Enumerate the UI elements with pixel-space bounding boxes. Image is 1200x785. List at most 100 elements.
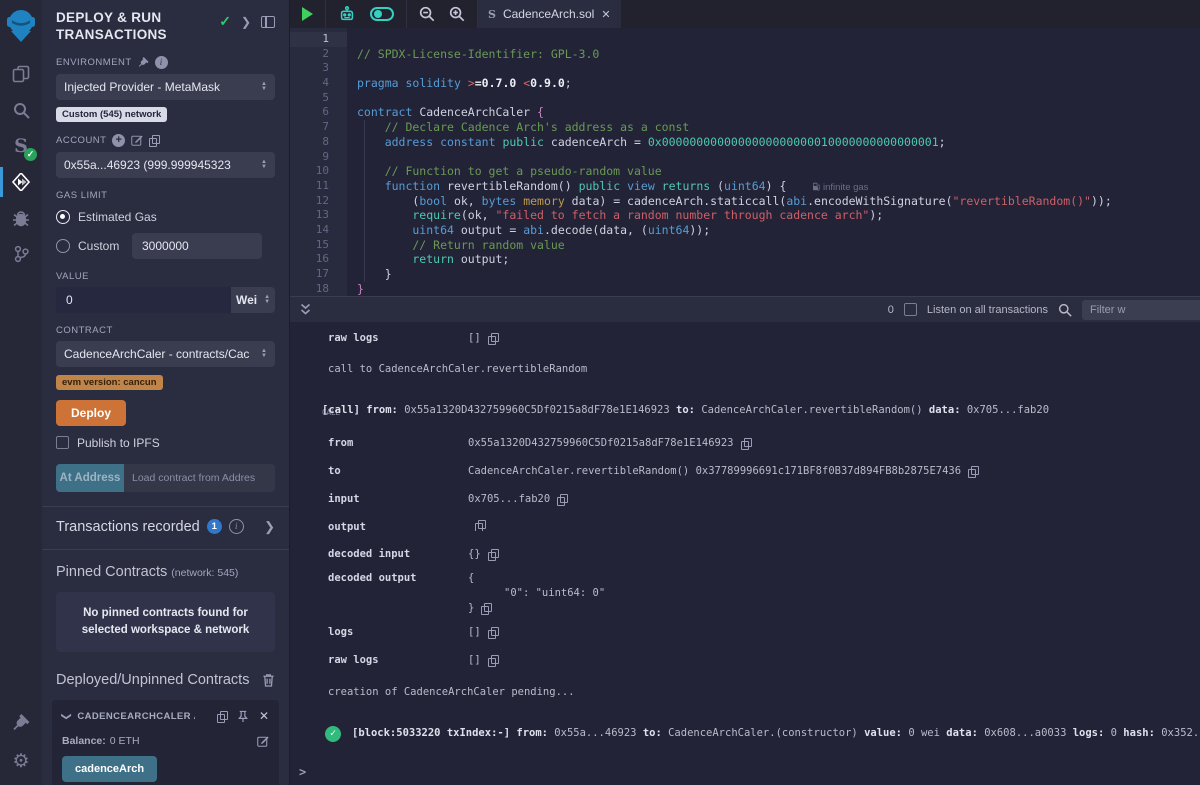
copy-icon[interactable] [488,333,498,344]
copy-account-icon[interactable] [149,135,159,146]
gas-limit-label: GAS LIMIT [56,190,275,201]
code-line[interactable]: } [357,282,1200,296]
terminal-row[interactable]: toCadenceArchCaler.revertibleRandom() 0x… [290,464,1200,479]
deploy-run-icon[interactable] [0,164,42,200]
debugger-icon[interactable] [0,200,42,236]
git-icon[interactable] [0,236,42,272]
copy-icon[interactable] [488,655,498,666]
ai-assistant-robot-icon[interactable] [338,5,356,23]
terminal-row[interactable]: raw logs[] [290,653,1200,668]
custom-gas-option[interactable]: Custom [56,233,275,259]
solidity-compiler-icon[interactable]: S ✓ [0,128,42,164]
terminal-field-label: decoded input [290,547,468,562]
pin-icon[interactable] [237,710,249,723]
line-number: 1 [290,32,347,47]
terminal-row[interactable]: decoded input{} [290,547,1200,562]
code-line[interactable]: // Function to get a pseudo-random value [357,164,1200,179]
terminal-row[interactable]: input0x705...fab20 [290,492,1200,507]
code-line[interactable]: contract CadenceArchCaler { [357,105,1200,120]
copy-icon[interactable] [968,466,978,477]
code-line[interactable]: // Declare Cadence Arch's address as a c… [357,120,1200,135]
ai-toggle-switch[interactable] [370,7,394,21]
run-script-icon[interactable] [302,7,313,21]
zoom-in-icon[interactable] [449,6,465,22]
close-tab-icon[interactable]: ✕ [601,8,610,21]
estimated-gas-option[interactable]: Estimated Gas [56,210,275,224]
copy-icon[interactable] [475,520,485,531]
account-select[interactable]: 0x55a...46923 (999.999945323 ▲▼ [56,152,275,178]
fork-icon[interactable] [138,57,149,68]
cadencearch-function-button[interactable]: cadenceArch [62,756,157,782]
copy-icon[interactable] [481,603,491,614]
terminal-search-icon[interactable] [1058,303,1072,317]
publish-ipfs-option[interactable]: Publish to IPFS [56,436,275,450]
terminal-filter-input[interactable] [1082,300,1200,320]
environment-select[interactable]: Injected Provider - MetaMask ▲▼ [56,74,275,100]
terminal-row[interactable]: logs[] [290,625,1200,640]
edit-account-icon[interactable] [131,134,143,146]
terminal-row[interactable]: call to CadenceArchCaler.revertibleRando… [290,362,1200,377]
at-address-button[interactable]: At Address [56,464,124,492]
copy-address-icon[interactable] [217,711,227,722]
copy-icon[interactable] [488,627,498,638]
terminal-row[interactable]: ✓[block:5033220 txIndex:-] from: 0x55a..… [290,726,1200,742]
terminal-prompt[interactable]: > [299,765,306,779]
custom-gas-input[interactable] [132,233,262,259]
copy-icon[interactable] [488,549,498,560]
edit-balance-icon[interactable] [257,735,269,747]
code-line[interactable] [357,32,1200,47]
terminal-field-value: {"0": "uint64: 0"} [468,571,605,616]
code-line[interactable] [357,150,1200,165]
chevron-right-icon[interactable]: ❯ [264,519,275,535]
collapse-panel-icon[interactable]: ❯ [241,15,251,29]
code-line[interactable]: (bool ok, bytes memory data) = cadenceAr… [357,194,1200,209]
contract-select[interactable]: CadenceArchCaler - contracts/Cac ▲▼ [56,341,275,367]
code-line[interactable] [357,61,1200,76]
code-line[interactable]: // Return random value [357,238,1200,253]
transactions-info-icon[interactable]: i [229,519,244,534]
chevron-updown-icon: ▲▼ [264,295,270,305]
code-line[interactable]: return output; [357,252,1200,267]
copy-icon[interactable] [741,438,751,449]
terminal-row[interactable]: raw logs[] [290,331,1200,346]
pin-panel-icon[interactable] [261,16,275,28]
code-line[interactable] [357,91,1200,106]
trash-icon[interactable] [262,673,275,687]
search-icon[interactable] [0,92,42,128]
terminal-row[interactable]: decoded output{"0": "uint64: 0"} [290,571,1200,616]
copy-icon[interactable] [557,494,567,505]
deploy-button[interactable]: Deploy [56,400,126,426]
value-input[interactable] [56,287,231,313]
listen-checkbox[interactable] [904,303,917,316]
terminal-row[interactable]: output [290,520,1200,535]
code-line[interactable]: // SPDX-License-Identifier: GPL-3.0 [357,47,1200,62]
tab-cadencearch-sol[interactable]: S CadenceArch.sol ✕ [478,0,621,28]
transactions-recorded-row[interactable]: Transactions recorded 1 i ❯ [56,519,275,535]
terminal-row[interactable]: creation of CadenceArchCaler pending... [290,685,1200,700]
expand-terminal-icon[interactable] [300,303,311,316]
code-line[interactable]: address constant public cadenceArch = 0x… [357,135,1200,150]
value-unit-select[interactable]: Wei ▲▼ [231,287,275,313]
terminal-field-value: 0x705...fab20 [468,492,550,507]
terminal-row[interactable]: call[call] from: 0x55a1320D432759960C5Df… [290,403,1200,420]
at-address-input[interactable] [124,464,275,492]
terminal-row[interactable]: from0x55a1320D432759960C5Df0215a8dF78e1E… [290,436,1200,451]
code-line[interactable]: function revertibleRandom() public view … [357,179,1200,194]
code-line[interactable]: } [357,267,1200,282]
plugin-manager-icon[interactable] [0,705,42,741]
close-contract-icon[interactable]: ✕ [259,709,269,723]
environment-info-icon[interactable]: i [155,56,168,69]
code-editor[interactable]: 123456789101112131415161718 // SPDX-Lice… [290,28,1200,296]
file-explorer-icon[interactable] [0,56,42,92]
custom-gas-radio[interactable] [56,239,70,253]
settings-gear-icon[interactable]: ⚙ [0,743,42,779]
add-account-icon[interactable]: + [112,134,125,147]
publish-ipfs-checkbox[interactable] [56,436,69,449]
estimated-gas-radio[interactable] [56,210,70,224]
chevron-down-icon[interactable]: ❯ [61,712,72,720]
code-line[interactable]: uint64 output = abi.decode(data, (uint64… [357,223,1200,238]
zoom-out-icon[interactable] [419,6,435,22]
terminal-output[interactable]: > raw logs[] call to CadenceArchCaler.rev… [290,322,1200,785]
code-line[interactable]: require(ok, "failed to fetch a random nu… [357,208,1200,223]
code-line[interactable]: pragma solidity >=0.7.0 <0.9.0; [357,76,1200,91]
